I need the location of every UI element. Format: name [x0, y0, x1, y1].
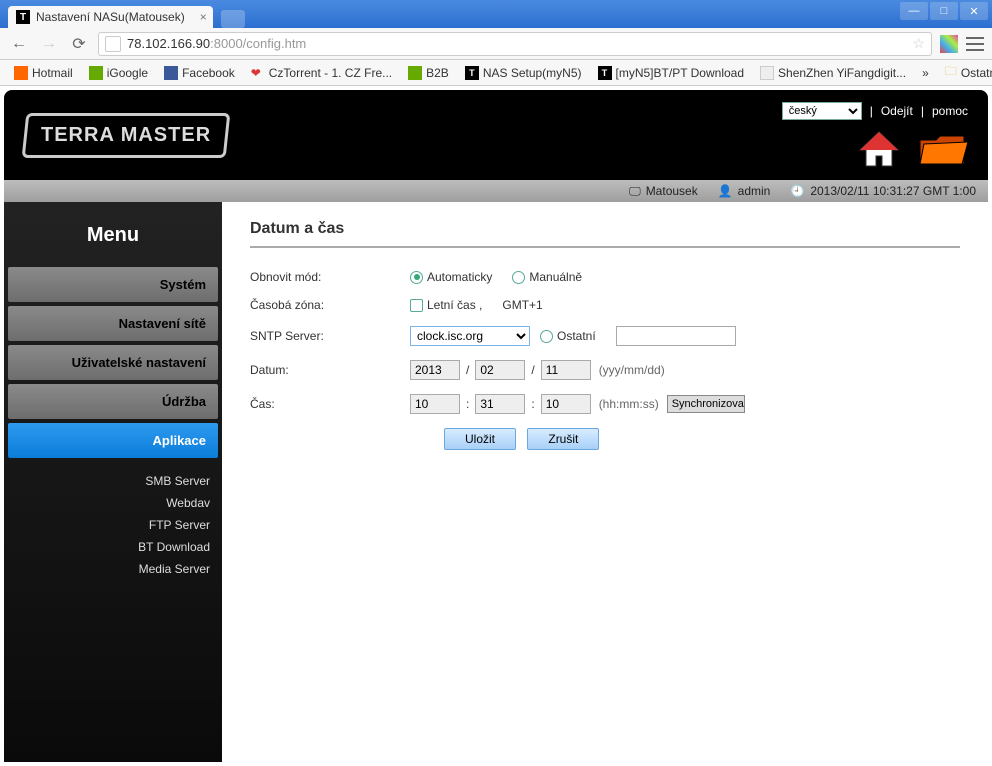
- close-window-button[interactable]: ✕: [960, 2, 988, 20]
- app-header: TERRA MASTER český | Odejít | pomoc: [4, 90, 988, 180]
- submenu-webdav[interactable]: Webdav: [4, 492, 210, 514]
- statusbar: 🖵Matousek 👤admin 🕘2013/02/11 10:31:27 GM…: [4, 180, 988, 202]
- back-button[interactable]: ←: [8, 33, 30, 55]
- logout-link[interactable]: Odejít: [881, 104, 913, 118]
- bookmark-b2b[interactable]: B2B: [402, 64, 455, 82]
- label-time: Čas:: [250, 397, 410, 411]
- extension-icon[interactable]: [940, 35, 958, 53]
- status-datetime: 🕘2013/02/11 10:31:27 GMT 1:00: [790, 184, 976, 198]
- cancel-button[interactable]: Zrušit: [527, 428, 599, 450]
- radio-other[interactable]: Ostatní: [540, 329, 596, 343]
- sntp-other-input[interactable]: [616, 326, 736, 346]
- sidebar-item-maintenance[interactable]: Údržba: [8, 384, 218, 419]
- sync-button[interactable]: Synchronizovat: [667, 395, 745, 413]
- page-icon: [760, 66, 774, 80]
- bookmark-facebook[interactable]: Facebook: [158, 64, 241, 82]
- main-panel: Datum a čas Obnovit mód: Automaticky Man…: [222, 202, 988, 762]
- gmt-value: GMT+1: [502, 298, 542, 312]
- maximize-button[interactable]: □: [930, 2, 958, 20]
- help-link[interactable]: pomoc: [932, 104, 968, 118]
- sidebar-item-applications[interactable]: Aplikace: [8, 423, 218, 458]
- sidebar-item-users[interactable]: Uživatelské nastavení: [8, 345, 218, 380]
- radio-automatic[interactable]: Automaticky: [410, 270, 492, 284]
- browser-menu-icon[interactable]: [966, 37, 984, 51]
- time-min-input[interactable]: [475, 394, 525, 414]
- status-device: 🖵Matousek: [629, 184, 698, 199]
- sntp-select[interactable]: clock.isc.org: [410, 326, 530, 346]
- radio-unchecked-icon: [540, 330, 553, 343]
- monitor-icon: 🖵: [629, 184, 641, 199]
- logo: TERRA MASTER: [22, 113, 231, 158]
- bookmark-cztorrent[interactable]: ❤CzTorrent - 1. CZ Fre...: [245, 64, 398, 82]
- sidebar-item-network[interactable]: Nastavení sítě: [8, 306, 218, 341]
- user-icon: 👤: [718, 184, 733, 198]
- label-refresh-mode: Obnovit mód:: [250, 270, 410, 284]
- date-month-input[interactable]: [475, 360, 525, 380]
- url-rest: :8000/config.htm: [210, 36, 306, 51]
- language-select[interactable]: český: [782, 102, 862, 120]
- forward-button[interactable]: →: [38, 33, 60, 55]
- label-sntp: SNTP Server:: [250, 329, 410, 343]
- browser-titlebar: T Nastavení NASu(Matousek) × — □ ✕: [0, 0, 992, 28]
- date-hint: (yyy/mm/dd): [599, 363, 665, 377]
- url-domain: 78.102.166.90: [127, 36, 210, 51]
- date-year-input[interactable]: [410, 360, 460, 380]
- bt-icon: T: [598, 66, 612, 80]
- clock-icon: 🕘: [790, 184, 805, 198]
- bookmark-shenzhen[interactable]: ShenZhen YiFangdigit...: [754, 64, 912, 82]
- bookmark-nas-setup[interactable]: TNAS Setup(myN5): [459, 64, 588, 82]
- bookmark-star-icon[interactable]: ☆: [912, 35, 925, 52]
- page-icon: [105, 36, 121, 52]
- bookmark-hotmail[interactable]: Hotmail: [8, 64, 79, 82]
- google-icon: [89, 66, 103, 80]
- save-button[interactable]: Uložit: [444, 428, 516, 450]
- other-bookmarks-folder[interactable]: 🗀Ostatní záložky: [939, 60, 992, 85]
- sidebar: Menu Systém Nastavení sítě Uživatelské n…: [4, 202, 222, 762]
- bookmark-bar: Hotmail iGoogle Facebook ❤CzTorrent - 1.…: [0, 60, 992, 86]
- browser-tab[interactable]: T Nastavení NASu(Matousek) ×: [8, 6, 213, 28]
- radio-unchecked-icon: [512, 271, 525, 284]
- browser-toolbar: ← → ⟳ 78.102.166.90:8000/config.htm ☆: [0, 28, 992, 60]
- time-sec-input[interactable]: [541, 394, 591, 414]
- hotmail-icon: [14, 66, 28, 80]
- time-hour-input[interactable]: [410, 394, 460, 414]
- label-date: Datum:: [250, 363, 410, 377]
- sidebar-item-system[interactable]: Systém: [8, 267, 218, 302]
- date-day-input[interactable]: [541, 360, 591, 380]
- radio-checked-icon: [410, 271, 423, 284]
- folder-icon: 🗀: [945, 62, 957, 83]
- tab-favicon: T: [16, 10, 30, 24]
- bookmarks-overflow[interactable]: »: [916, 64, 935, 82]
- home-icon[interactable]: [858, 130, 900, 168]
- submenu-smb[interactable]: SMB Server: [4, 470, 210, 492]
- menu-title: Menu: [4, 214, 222, 265]
- close-tab-icon[interactable]: ×: [200, 10, 207, 24]
- submenu-bt[interactable]: BT Download: [4, 536, 210, 558]
- url-bar[interactable]: 78.102.166.90:8000/config.htm ☆: [98, 32, 932, 56]
- folder-icon[interactable]: [918, 130, 968, 168]
- bookmark-myn5-bt[interactable]: T[myN5]BT/PT Download: [592, 64, 751, 82]
- checkbox-unchecked-icon: [410, 299, 423, 312]
- radio-manual[interactable]: Manuálně: [512, 270, 582, 284]
- panel-title: Datum a čas: [250, 220, 960, 248]
- checkbox-dst[interactable]: Letní čas ,: [410, 298, 482, 312]
- b2b-icon: [408, 66, 422, 80]
- bookmark-igoogle[interactable]: iGoogle: [83, 64, 154, 82]
- time-hint: (hh:mm:ss): [599, 397, 659, 411]
- cztorrent-icon: ❤: [251, 66, 265, 80]
- new-tab-button[interactable]: [221, 10, 245, 28]
- tab-title: Nastavení NASu(Matousek): [36, 10, 185, 24]
- status-user: 👤admin: [718, 184, 771, 198]
- sidebar-submenu: SMB Server Webdav FTP Server BT Download…: [4, 460, 222, 580]
- submenu-ftp[interactable]: FTP Server: [4, 514, 210, 536]
- facebook-icon: [164, 66, 178, 80]
- label-timezone: Časobá zóna:: [250, 298, 410, 312]
- submenu-media[interactable]: Media Server: [4, 558, 210, 580]
- minimize-button[interactable]: —: [900, 2, 928, 20]
- reload-button[interactable]: ⟳: [68, 33, 90, 55]
- nas-icon: T: [465, 66, 479, 80]
